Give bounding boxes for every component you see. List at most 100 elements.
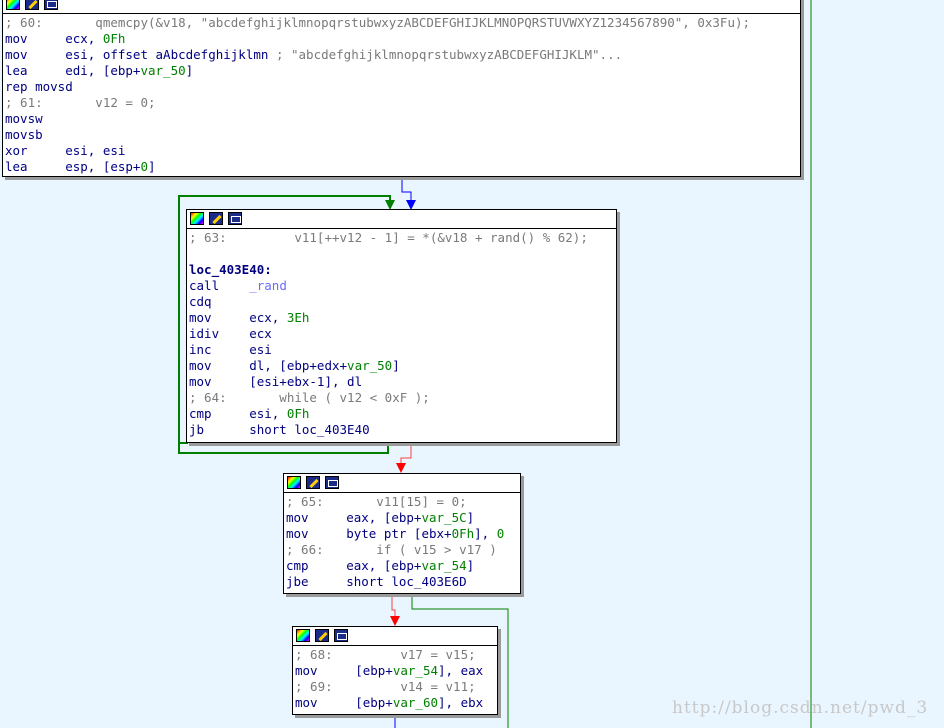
edge-n2-n3-arrow [396,463,406,473]
code-token-reg: xor esi, esi [5,143,126,158]
code-line[interactable]: ; 69: v14 = v11; [295,679,497,695]
graph-overview-icon[interactable] [334,629,348,642]
rename-pencil-icon[interactable] [315,629,329,642]
color-palette-icon[interactable] [296,629,310,642]
code-line[interactable]: mov byte ptr [ebx+0Fh], 0 [286,526,520,542]
node-code: ; 60: qmemcpy(&v18, "abcdefghijklmnopqrs… [3,14,800,175]
code-token-reg: cmp eax, [ebp+ [286,558,422,573]
code-token-num: 0Fh [451,526,475,541]
code-line[interactable]: mov eax, [ebp+var_5C] [286,510,520,526]
code-line[interactable]: idiv ecx [189,326,616,342]
graph-overview-icon[interactable] [325,476,339,489]
node-header [284,474,520,493]
code-token-var: var_5C [421,510,467,525]
code-token-var: var_54 [421,558,467,573]
code-token-reg: mov eax, [ebp+ [286,510,422,525]
code-line[interactable]: mov [ebp+var_54], eax [295,663,497,679]
code-line[interactable]: mov ecx, 0Fh [5,31,800,47]
edge-n3-n4-arrow [390,616,400,626]
node-code: ; 63: v11[++v12 - 1] = *(&v18 + rand() %… [187,229,616,438]
rename-pencil-icon[interactable] [306,476,320,489]
code-token-cmt: ; 68: v17 = v15; [295,647,476,662]
code-token-var: var_60 [392,695,438,710]
code-token-reg: mov [esi+ebx-1], dl [189,374,363,389]
code-line[interactable]: mov [ebp+var_60], ebx [295,695,497,711]
code-line[interactable]: ; 68: v17 = v15; [295,647,497,663]
ida-graph-view[interactable]: ; 60: qmemcpy(&v18, "abcdefghijklmnopqrs… [0,0,944,728]
code-block-node[interactable]: ; 63: v11[++v12 - 1] = *(&v18 + rand() %… [186,209,617,443]
code-line[interactable]: rep movsd [5,79,800,95]
code-line[interactable]: mov dl, [ebp+edx+var_50] [189,358,616,374]
code-token-cmt: ; 63: v11[++v12 - 1] = *(&v18 + rand() %… [189,230,588,245]
rename-pencil-icon[interactable] [25,0,39,10]
code-token-reg: mov [ebp+ [295,663,393,678]
code-line[interactable]: mov esi, offset aAbcdefghijklmn ; "abcde… [5,47,800,63]
code-token-reg: ] [185,63,194,78]
code-token-reg: ], [474,526,497,541]
code-token-reg: mov dl, [ebp+edx+ [189,358,348,373]
code-line[interactable] [189,246,616,262]
node-code: ; 65: v11[15] = 0; mov eax, [ebp+var_5C] m… [284,493,520,590]
graph-overview-icon[interactable] [44,0,58,10]
code-line[interactable]: ; 63: v11[++v12 - 1] = *(&v18 + rand() %… [189,230,616,246]
code-token-reg: ], ebx [438,695,484,710]
code-line[interactable]: lea esp, [esp+0] [5,159,800,175]
code-line[interactable]: mov ecx, 3Eh [189,310,616,326]
code-block-node[interactable]: ; 60: qmemcpy(&v18, "abcdefghijklmnopqrs… [2,0,801,177]
code-token-reg: mov [ebp+ [295,695,393,710]
code-line[interactable]: inc esi [189,342,616,358]
code-token-reg: mov byte ptr [ebx+ [286,526,452,541]
code-line[interactable]: ; 66: if ( v15 > v17 ) [286,542,520,558]
code-block-node[interactable]: ; 68: v17 = v15; mov [ebp+var_54], eax; 6… [292,626,498,715]
code-token-var: var_54 [392,663,438,678]
node-header [293,627,497,646]
code-token-var: var_50 [347,358,393,373]
code-token-reg: mov esi, offset aAbcdefghijklmn [5,47,276,62]
code-token-reg: movsw [5,111,43,126]
node-code: ; 68: v17 = v15; mov [ebp+var_54], eax; 6… [293,646,497,711]
graph-overview-icon[interactable] [228,212,242,225]
code-line[interactable]: movsb [5,127,800,143]
rename-pencil-icon[interactable] [209,212,223,225]
color-palette-icon[interactable] [190,212,204,225]
code-token-reg: mov ecx, [5,31,103,46]
code-token-reg: ] [466,558,475,573]
code-line[interactable]: ; 60: qmemcpy(&v18, "abcdefghijklmnopqrs… [5,15,800,31]
code-line[interactable]: ; 64: while ( v12 < 0xF ); [189,390,616,406]
code-line[interactable]: lea edi, [ebp+var_50] [5,63,800,79]
code-token-num: 0 [496,526,505,541]
code-token-reg: mov ecx, [189,310,287,325]
code-token-reg: jbe short loc_403E6D [286,574,467,589]
code-line[interactable]: ; 61: v12 = 0; [5,95,800,111]
code-token-reg: lea esp, [esp+ [5,159,141,174]
code-line[interactable]: cmp eax, [ebp+var_54] [286,558,520,574]
code-token-num: 0Fh [286,406,310,421]
code-token-var: var_50 [140,63,186,78]
code-line[interactable]: cdq [189,294,616,310]
code-line[interactable]: mov [esi+ebx-1], dl [189,374,616,390]
color-palette-icon[interactable] [6,0,20,10]
code-line[interactable]: ; 65: v11[15] = 0; [286,494,520,510]
code-token-reg: ] [392,358,400,373]
code-token-num: 0Fh [102,31,126,46]
code-token-lbl: loc_403E40: [189,262,272,277]
code-token-str: ; "abcdefghijklmnopqrstubwxyzABCDEFGHIJK… [275,47,623,62]
code-token-reg: idiv ecx [189,326,272,341]
code-line[interactable]: jb short loc_403E40 [189,422,616,438]
code-line[interactable]: call _rand [189,278,616,294]
code-line[interactable]: jbe short loc_403E6D [286,574,520,590]
code-token-cmt: ; 65: v11[15] = 0; [286,494,467,509]
code-token-reg: inc esi [189,342,272,357]
code-token-fn: _rand [249,278,287,293]
code-token-cmt: ; 60: qmemcpy(&v18, "abcdefghijklmnopqrs… [5,15,751,30]
code-block-node[interactable]: ; 65: v11[15] = 0; mov eax, [ebp+var_5C] m… [283,473,521,594]
code-line[interactable]: loc_403E40: [189,262,616,278]
code-token-reg: cdq [189,294,212,309]
code-token-cmt: ; 61: v12 = 0; [5,95,156,110]
code-line[interactable]: xor esi, esi [5,143,800,159]
code-line[interactable]: movsw [5,111,800,127]
code-token-cmt: ; 69: v14 = v11; [295,679,476,694]
code-token-num: 0 [140,159,148,174]
code-line[interactable]: cmp esi, 0Fh [189,406,616,422]
color-palette-icon[interactable] [287,476,301,489]
